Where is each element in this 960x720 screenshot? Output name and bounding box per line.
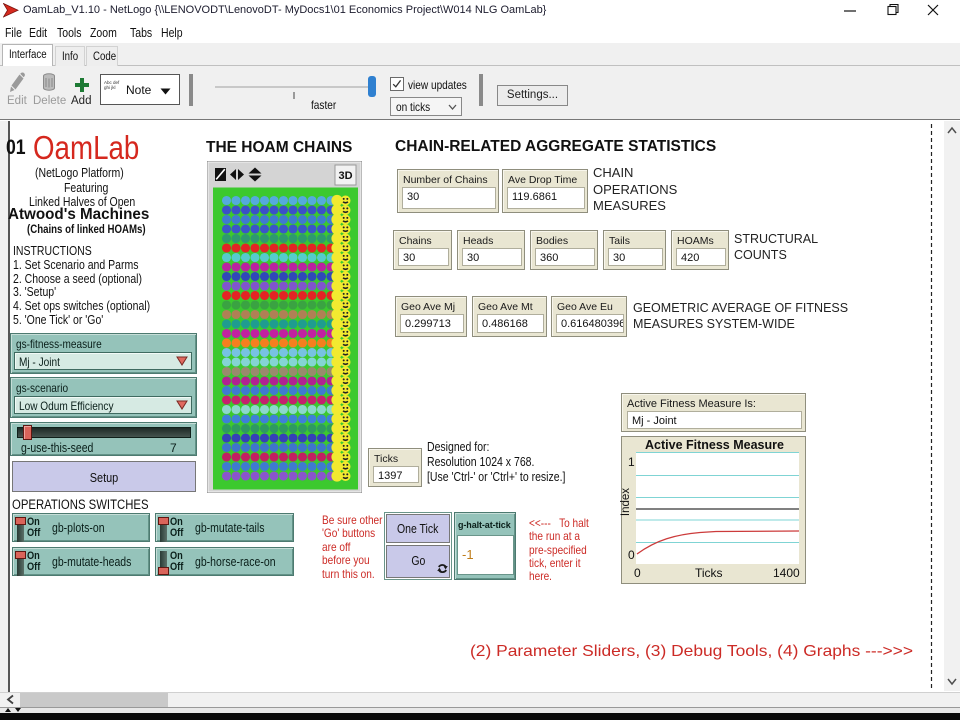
svg-text:(2) Parameter Sliders, (3) Deb: (2) Parameter Sliders, (3) Debug Tools, … xyxy=(470,643,913,660)
svg-text:3D: 3D xyxy=(338,170,352,182)
